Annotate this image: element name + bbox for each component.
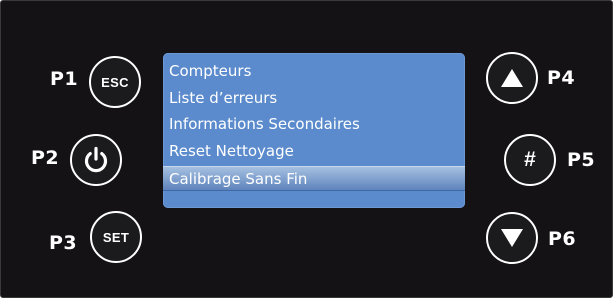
label-p6: P6 [548, 228, 577, 250]
up-button[interactable] [486, 52, 538, 104]
down-button[interactable] [486, 212, 538, 264]
menu-item-liste-erreurs[interactable]: Liste d’erreurs [169, 86, 465, 111]
label-p1: P1 [50, 68, 79, 90]
label-p5: P5 [567, 149, 596, 171]
menu-item-reset-nettoyage[interactable]: Reset Nettoyage [169, 139, 465, 164]
menu-item-informations-secondaires[interactable]: Informations Secondaires [169, 112, 465, 137]
hash-button[interactable]: # [504, 134, 556, 186]
power-button[interactable] [70, 134, 122, 186]
down-triangle-icon [499, 226, 525, 250]
up-triangle-icon [499, 66, 525, 90]
lcd-screen: Compteurs Liste d’erreurs Informations S… [163, 53, 465, 208]
label-p2: P2 [31, 147, 60, 169]
esc-button[interactable]: ESC [89, 56, 141, 108]
label-p4: P4 [547, 67, 576, 89]
hash-button-label: # [524, 148, 536, 171]
label-p3: P3 [49, 232, 78, 254]
menu-item-compteurs[interactable]: Compteurs [169, 59, 465, 84]
set-button[interactable]: SET [90, 211, 142, 263]
set-button-label: SET [102, 229, 130, 245]
control-panel: P1 P2 P3 ESC SET Compteurs Liste d’erreu… [0, 0, 613, 298]
power-icon [81, 145, 111, 175]
menu-item-calibrage-sans-fin[interactable]: Calibrage Sans Fin [163, 166, 465, 191]
esc-button-label: ESC [101, 74, 129, 90]
